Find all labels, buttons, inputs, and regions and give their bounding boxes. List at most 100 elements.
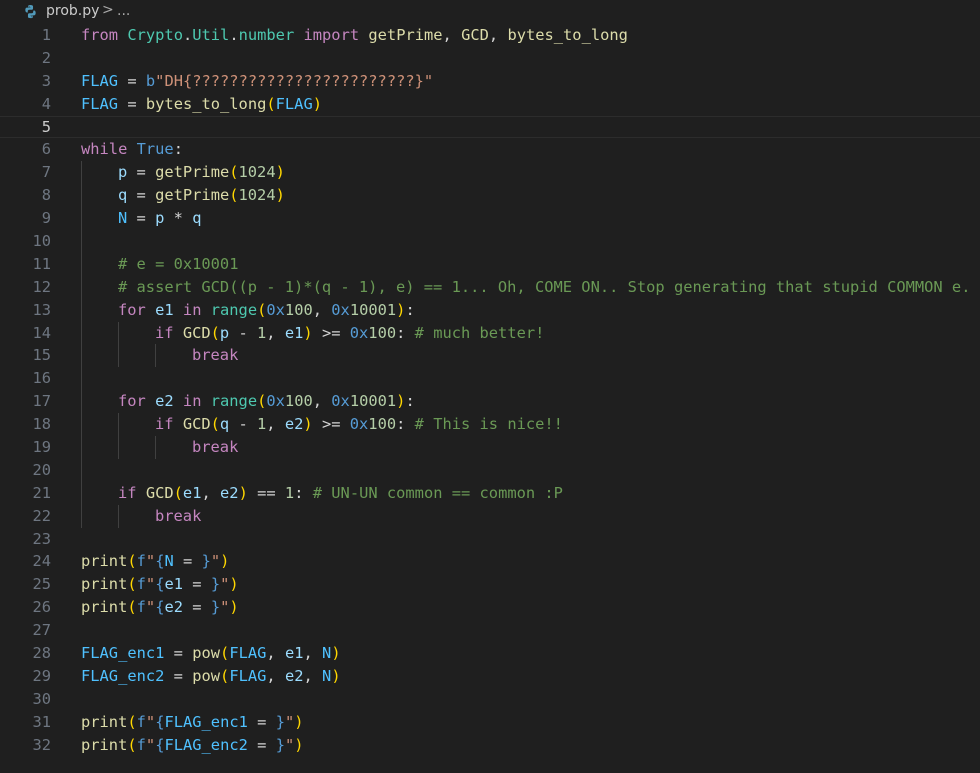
code-token: : xyxy=(294,483,313,502)
code-token: FLAG xyxy=(81,71,119,90)
code-token: 10001 xyxy=(349,392,397,411)
code-token: e1 xyxy=(284,644,304,663)
code-line[interactable]: 1 from Crypto.Util.number import getPrime… xyxy=(0,24,980,47)
code-area[interactable]: 1 from Crypto.Util.number import getPrime… xyxy=(0,24,980,757)
code-token: e2 xyxy=(220,483,239,502)
code-token: break xyxy=(192,346,239,365)
code-line[interactable]: 32 print(f"{FLAG_enc2 = }") xyxy=(0,734,980,757)
code-token: : xyxy=(173,140,183,159)
code-line[interactable]: 13 for e1 in range(0x100, 0x10001): xyxy=(0,298,980,322)
code-line[interactable]: 4 FLAG = bytes_to_long(FLAG) xyxy=(0,93,980,116)
code-token: ( xyxy=(229,186,239,205)
code-line[interactable]: 29 FLAG_enc2 = pow(FLAG, e2, N) xyxy=(0,665,980,688)
code-token: = xyxy=(164,666,193,685)
indent-guide xyxy=(118,504,119,528)
line-number: 4 xyxy=(41,94,51,113)
code-token: p xyxy=(219,323,230,342)
code-line[interactable]: 15 break xyxy=(0,344,980,368)
code-text: q = getPrime(1024) xyxy=(118,184,285,207)
code-token: 1024 xyxy=(238,163,276,182)
code-line[interactable]: 25 print(f"{e1 = }") xyxy=(0,573,980,596)
code-token: " xyxy=(284,712,295,731)
breadcrumb-symbols[interactable]: ... xyxy=(117,3,130,19)
code-line[interactable]: 12 # assert GCD((p - 1)*(q - 1), e) == 1.… xyxy=(0,275,980,299)
code-token: = xyxy=(247,712,276,731)
code-line[interactable]: 16 xyxy=(0,367,980,391)
code-token: 100 xyxy=(284,392,313,411)
indent-guide xyxy=(81,184,82,208)
code-text: print(f"{FLAG_enc1 = }") xyxy=(81,711,304,734)
code-token: FLAG_enc2 xyxy=(164,735,248,754)
code-token: ) xyxy=(331,666,341,685)
code-line[interactable]: 6 while True: xyxy=(0,138,980,161)
code-line[interactable]: 30 xyxy=(0,688,980,711)
code-line[interactable]: 24 print(f"{N = }") xyxy=(0,550,980,573)
code-line[interactable]: 28 FLAG_enc1 = pow(FLAG, e1, N) xyxy=(0,642,980,665)
code-token: " xyxy=(145,552,156,571)
code-line[interactable]: 10 xyxy=(0,230,980,253)
line-number: 11 xyxy=(32,254,51,273)
code-line[interactable]: 3 FLAG = b"DH{????????????????????????}" xyxy=(0,70,980,93)
code-token: " xyxy=(220,598,230,617)
code-token: } xyxy=(210,575,221,594)
code-token: ( xyxy=(257,300,267,319)
line-number: 2 xyxy=(41,48,51,67)
code-token: b xyxy=(145,71,156,90)
code-token: 1 xyxy=(284,483,295,502)
code-text: for e2 in range(0x100, 0x10001): xyxy=(118,390,415,413)
code-editor[interactable]: prob.py > ... 1 from Crypto.Util.number i… xyxy=(0,0,980,773)
code-token: , xyxy=(312,300,332,319)
code-token: FLAG xyxy=(81,94,119,113)
code-line[interactable]: 5 xyxy=(0,116,980,139)
code-token: e1 xyxy=(164,575,184,594)
code-line[interactable]: 18 if GCD(q - 1, e2) >= 0x100: # This is … xyxy=(0,413,980,437)
code-line[interactable]: 11 # e = 0x10001 xyxy=(0,252,980,276)
code-line[interactable]: 19 break xyxy=(0,436,980,459)
code-line[interactable]: 22 break xyxy=(0,504,980,528)
code-line[interactable]: 20 xyxy=(0,458,980,482)
code-line[interactable]: 8 q = getPrime(1024) xyxy=(0,184,980,208)
code-token: 100 xyxy=(284,300,313,319)
code-token: } xyxy=(275,735,285,754)
code-line[interactable]: 21 if GCD(e1, e2) == 1: # UN-UN common ==… xyxy=(0,481,980,505)
line-number: 8 xyxy=(41,186,51,205)
code-token: q xyxy=(219,415,230,434)
breadcrumb-file[interactable]: prob.py xyxy=(46,3,99,19)
code-token: range xyxy=(210,392,258,411)
code-token: e2 xyxy=(284,666,304,685)
code-line[interactable]: 31 print(f"{FLAG_enc1 = }") xyxy=(0,711,980,734)
code-line[interactable]: 14 if GCD(p - 1, e1) >= 0x100: # much bet… xyxy=(0,321,980,345)
code-token: >= xyxy=(312,415,350,434)
code-token: , xyxy=(312,392,332,411)
indent-guide xyxy=(118,413,119,437)
code-token: ) xyxy=(312,94,322,113)
code-token: = xyxy=(118,94,146,113)
code-line[interactable]: 23 xyxy=(0,528,980,551)
code-token: pow xyxy=(192,644,221,663)
code-token: 0x xyxy=(349,323,369,342)
code-line[interactable]: 17 for e2 in range(0x100, 0x10001): xyxy=(0,390,980,414)
code-token: for xyxy=(118,392,146,411)
code-line[interactable]: 27 xyxy=(0,619,980,642)
code-token: } xyxy=(210,598,221,617)
code-line[interactable]: 9 N = p * q xyxy=(0,207,980,231)
code-token: , xyxy=(266,415,285,434)
code-line[interactable]: 2 xyxy=(0,47,980,70)
code-line[interactable]: 7 p = getPrime(1024) xyxy=(0,161,980,185)
code-token: 1024 xyxy=(238,186,276,205)
code-token: import xyxy=(303,26,360,44)
line-number: 13 xyxy=(32,300,51,319)
code-token: ) xyxy=(331,644,341,663)
code-token: 0x xyxy=(349,415,369,434)
code-line[interactable]: 26 print(f"{e2 = }") xyxy=(0,596,980,619)
code-token: , xyxy=(201,483,221,502)
code-token: f xyxy=(136,552,146,571)
indent-guide xyxy=(81,344,82,368)
code-token: e1 xyxy=(182,483,202,502)
